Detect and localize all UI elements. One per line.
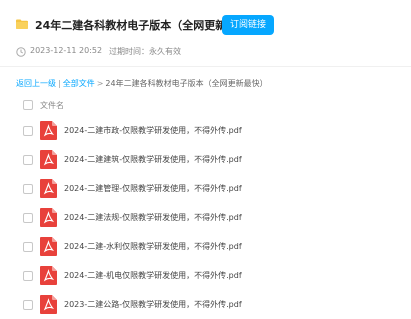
- file-name[interactable]: 2024-二建市政-仅限教学研发使用，不得外传.pdf: [64, 125, 242, 136]
- share-title: 24年二建各科教材电子版本（全网更新最...: [35, 19, 250, 32]
- file-name[interactable]: 2024-二建建筑-仅限教学研发使用，不得外传.pdf: [64, 154, 242, 165]
- file-row[interactable]: 2024-二建市政-仅限教学研发使用，不得外传.pdf: [0, 116, 411, 145]
- pdf-icon: [40, 150, 57, 169]
- pdf-icon: [40, 266, 57, 285]
- file-row[interactable]: 2024-二建管理-仅限教学研发使用，不得外传.pdf: [0, 174, 411, 203]
- breadcrumb-arrow: >: [96, 79, 104, 88]
- file-checkbox[interactable]: [23, 242, 33, 252]
- expiry-info: 过期时间：永久有效: [109, 47, 181, 56]
- all-files-link[interactable]: 全部文件: [63, 79, 95, 88]
- pdf-icon: [40, 208, 57, 227]
- file-checkbox[interactable]: [23, 271, 33, 281]
- subscribe-link-button[interactable]: 订阅链接: [222, 15, 274, 35]
- pdf-icon: [40, 121, 57, 140]
- share-header: 24年二建各科教材电子版本（全网更新最... 订阅链接: [0, 0, 411, 46]
- divider: [0, 66, 411, 67]
- file-name[interactable]: 2023-二建公路-仅限教学研发使用，不得外传.pdf: [64, 299, 242, 310]
- pdf-icon: [40, 237, 57, 256]
- pdf-icon: [40, 295, 57, 314]
- file-row[interactable]: 2024-二建-水利仅限教学研发使用，不得外传.pdf: [0, 232, 411, 261]
- breadcrumb: 返回上一级 | 全部文件 >24年二建各科教材电子版本（全网更新最快）: [16, 78, 268, 89]
- file-checkbox[interactable]: [23, 213, 33, 223]
- file-name[interactable]: 2024-二建-机电仅限教学研发使用，不得外传.pdf: [64, 270, 242, 281]
- pdf-icon: [40, 179, 57, 198]
- select-all-checkbox[interactable]: [23, 100, 33, 110]
- file-checkbox[interactable]: [23, 126, 33, 136]
- file-table-header: 文件名: [0, 94, 411, 116]
- clock-icon: [16, 47, 26, 57]
- column-header-filename[interactable]: 文件名: [40, 100, 64, 111]
- share-date: 2023-12-11 20:52: [30, 46, 103, 55]
- file-checkbox[interactable]: [23, 155, 33, 165]
- folder-icon: [16, 19, 28, 29]
- file-name[interactable]: 2024-二建-水利仅限教学研发使用，不得外传.pdf: [64, 241, 242, 252]
- breadcrumb-separator: |: [58, 79, 61, 88]
- file-name[interactable]: 2024-二建管理-仅限教学研发使用，不得外传.pdf: [64, 183, 242, 194]
- file-checkbox[interactable]: [23, 184, 33, 194]
- file-checkbox[interactable]: [23, 300, 33, 310]
- breadcrumb-current: 24年二建各科教材电子版本（全网更新最快）: [105, 79, 268, 88]
- file-name[interactable]: 2024-二建法规-仅限教学研发使用，不得外传.pdf: [64, 212, 242, 223]
- back-link[interactable]: 返回上一级: [16, 79, 56, 88]
- file-row[interactable]: 2024-二建法规-仅限教学研发使用，不得外传.pdf: [0, 203, 411, 232]
- file-row[interactable]: 2024-二建-机电仅限教学研发使用，不得外传.pdf: [0, 261, 411, 290]
- file-row[interactable]: 2024-二建建筑-仅限教学研发使用，不得外传.pdf: [0, 145, 411, 174]
